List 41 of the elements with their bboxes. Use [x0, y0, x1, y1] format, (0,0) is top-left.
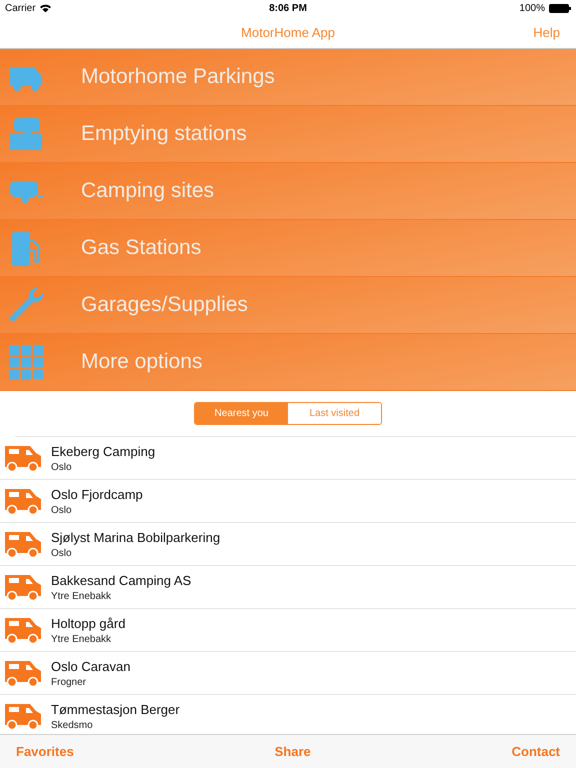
wifi-icon — [40, 4, 51, 12]
toolbar-link[interactable]: Contact — [512, 744, 560, 759]
wrench-icon — [8, 287, 44, 323]
battery-percent: 100% — [519, 2, 545, 14]
motorhome-icon — [4, 486, 42, 516]
menu-item[interactable]: More options — [0, 334, 576, 391]
place-name: Oslo Fjordcamp — [51, 486, 143, 502]
grid-icon — [8, 344, 44, 380]
motorhome-icon — [4, 572, 42, 602]
segment-tab[interactable]: Nearest you — [195, 403, 288, 424]
place-name: Bakkesand Camping AS — [51, 572, 192, 588]
place-name: Tømmestasjon Berger — [51, 702, 180, 716]
place-location: Oslo — [51, 462, 73, 472]
battery-icon — [549, 4, 571, 12]
place-name: Oslo Caravan — [51, 658, 130, 674]
carrier-label: Carrier — [5, 2, 36, 14]
motorhome-icon — [4, 701, 42, 731]
motorhome-icon — [4, 615, 42, 645]
clock-time: 8:06 PM — [269, 2, 307, 14]
dump-station-icon — [8, 116, 44, 152]
menu-item[interactable]: Camping sites — [0, 163, 576, 220]
place-name: Sjølyst Marina Bobilparkering — [51, 530, 220, 544]
place-location: Ytre Enebakk — [51, 634, 112, 644]
motorhome-icon — [4, 658, 42, 688]
toolbar-link[interactable]: Favorites — [16, 744, 74, 759]
menu-item[interactable]: Gas Stations — [0, 220, 576, 277]
menu-item[interactable]: Garages/Supplies — [0, 277, 576, 334]
help-link[interactable]: Help — [533, 24, 560, 40]
app-title: MotorHome App — [241, 24, 335, 40]
place-name: Holtopp gård — [51, 616, 126, 630]
place-location: Oslo — [51, 504, 73, 516]
motorhome-icon — [4, 529, 42, 559]
place-location: Skedsmo — [51, 720, 94, 730]
place-location: Oslo — [51, 548, 73, 558]
menu-item[interactable]: Motorhome Parkings — [0, 49, 576, 106]
place-location: Ytre Enebakk — [51, 590, 112, 602]
motorhome-icon — [4, 443, 42, 473]
place-location: Frogner — [51, 676, 88, 688]
menu-item[interactable]: Emptying stations — [0, 106, 576, 163]
place-name: Ekeberg Camping — [51, 444, 156, 458]
toolbar-link[interactable]: Share — [274, 744, 311, 759]
